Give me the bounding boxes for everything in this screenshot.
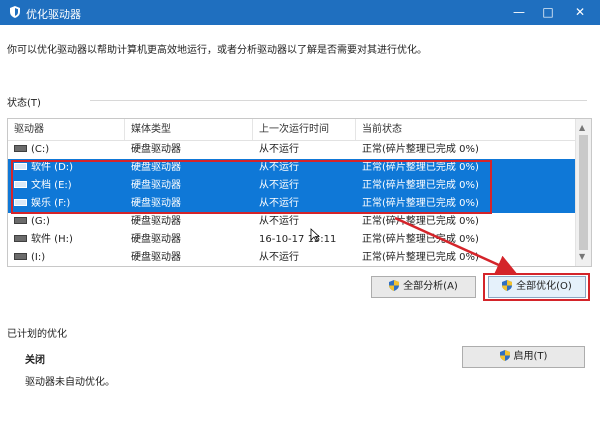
current-status: 正常(碎片整理已完成 0%) [362,216,479,227]
last-run-time: 从不运行 [259,216,299,227]
drive-row-f[interactable]: 娱乐 (F:) 硬盘驱动器 从不运行 正常(碎片整理已完成 0%) [8,195,575,213]
hard-drive-icon [14,252,27,260]
drive-row-i[interactable]: (I:) 硬盘驱动器 从不运行 正常(碎片整理已完成 0%) [8,249,575,266]
last-run-time: 从不运行 [259,252,299,263]
optimize-all-label: 全部优化(O) [516,281,572,292]
current-status: 正常(碎片整理已完成 0%) [362,180,479,191]
scheduled-description: 驱动器未自动优化。 [25,377,115,388]
enable-button[interactable]: 启用(T) [462,346,585,368]
media-type: 硬盘驱动器 [131,198,181,209]
drive-name: (C:) [31,144,50,155]
hard-drive-icon [14,144,27,152]
media-type: 硬盘驱动器 [131,162,181,173]
current-status: 正常(碎片整理已完成 0%) [362,198,479,209]
page-description: 你可以优化驱动器以帮助计算机更高效地运行，或者分析驱动器以了解是否需要对其进行优… [7,45,427,56]
column-header-current-status[interactable]: 当前状态 [356,119,575,140]
last-run-time: 从不运行 [259,144,299,155]
drive-name: (G:) [31,216,50,227]
uac-shield-icon [389,279,400,291]
mouse-cursor-icon [310,228,320,242]
status-divider [90,100,587,101]
drive-row-h[interactable]: 软件 (H:) 硬盘驱动器 16-10-17 15:11 正常(碎片整理已完成 … [8,231,575,249]
hard-drive-icon [14,180,27,188]
current-status: 正常(碎片整理已完成 0%) [362,144,479,155]
hard-drive-icon [14,216,27,224]
media-type: 硬盘驱动器 [131,216,181,227]
vertical-scrollbar[interactable]: ▲ ▼ [575,119,591,266]
analyze-all-button[interactable]: 全部分析(A) [371,276,476,298]
last-run-time: 从不运行 [259,162,299,173]
defrag-app-icon [10,6,20,18]
optimize-all-button[interactable]: 全部优化(O) [488,276,586,298]
drive-row-g[interactable]: (G:) 硬盘驱动器 从不运行 正常(碎片整理已完成 0%) [8,213,575,231]
uac-shield-icon [499,349,510,361]
drive-name: (I:) [31,252,46,263]
maximize-icon[interactable]: □ [533,0,563,25]
last-run-time: 从不运行 [259,198,299,209]
drive-row-d[interactable]: 软件 (D:) 硬盘驱动器 从不运行 正常(碎片整理已完成 0%) [8,159,575,177]
drive-name: 娱乐 (F:) [31,198,71,209]
scheduled-state: 关闭 [25,355,45,366]
scrollbar-thumb[interactable] [579,135,588,250]
current-status: 正常(碎片整理已完成 0%) [362,252,479,263]
close-icon[interactable]: ✕ [565,0,595,25]
enable-label: 启用(T) [513,351,548,362]
column-header-last-run[interactable]: 上一次运行时间 [253,119,356,140]
last-run-time: 从不运行 [259,180,299,191]
drive-row-e[interactable]: 文档 (E:) 硬盘驱动器 从不运行 正常(碎片整理已完成 0%) [8,177,575,195]
window-title: 优化驱动器 [26,8,81,21]
last-run-time: 16-10-17 15:11 [259,234,337,245]
hard-drive-icon [14,198,27,206]
minimize-icon[interactable]: — [504,0,534,25]
current-status: 正常(碎片整理已完成 0%) [362,234,479,245]
hard-drive-icon [14,234,27,242]
drive-name: 软件 (H:) [31,234,73,245]
drives-list[interactable]: 驱动器 媒体类型 上一次运行时间 当前状态 (C:) 硬盘驱动器 从不运行 正常… [7,118,592,267]
drive-name: 文档 (E:) [31,180,72,191]
uac-shield-icon [502,279,513,291]
current-status: 正常(碎片整理已完成 0%) [362,162,479,173]
media-type: 硬盘驱动器 [131,252,181,263]
media-type: 硬盘驱动器 [131,144,181,155]
drives-list-header: 驱动器 媒体类型 上一次运行时间 当前状态 [8,119,575,141]
column-header-media-type[interactable]: 媒体类型 [125,119,253,140]
drive-row-c[interactable]: (C:) 硬盘驱动器 从不运行 正常(碎片整理已完成 0%) [8,141,575,159]
drive-name: 软件 (D:) [31,162,74,173]
title-bar: 优化驱动器 — □ ✕ [0,0,600,25]
column-header-drive[interactable]: 驱动器 [8,119,125,140]
media-type: 硬盘驱动器 [131,234,181,245]
scroll-up-icon[interactable]: ▲ [579,123,585,132]
media-type: 硬盘驱动器 [131,180,181,191]
analyze-all-label: 全部分析(A) [403,281,458,292]
scroll-down-icon[interactable]: ▼ [579,252,585,261]
status-section-label: 状态(T) [7,98,41,109]
hard-drive-icon [14,162,27,170]
scheduled-optimization-title: 已计划的优化 [7,329,67,340]
